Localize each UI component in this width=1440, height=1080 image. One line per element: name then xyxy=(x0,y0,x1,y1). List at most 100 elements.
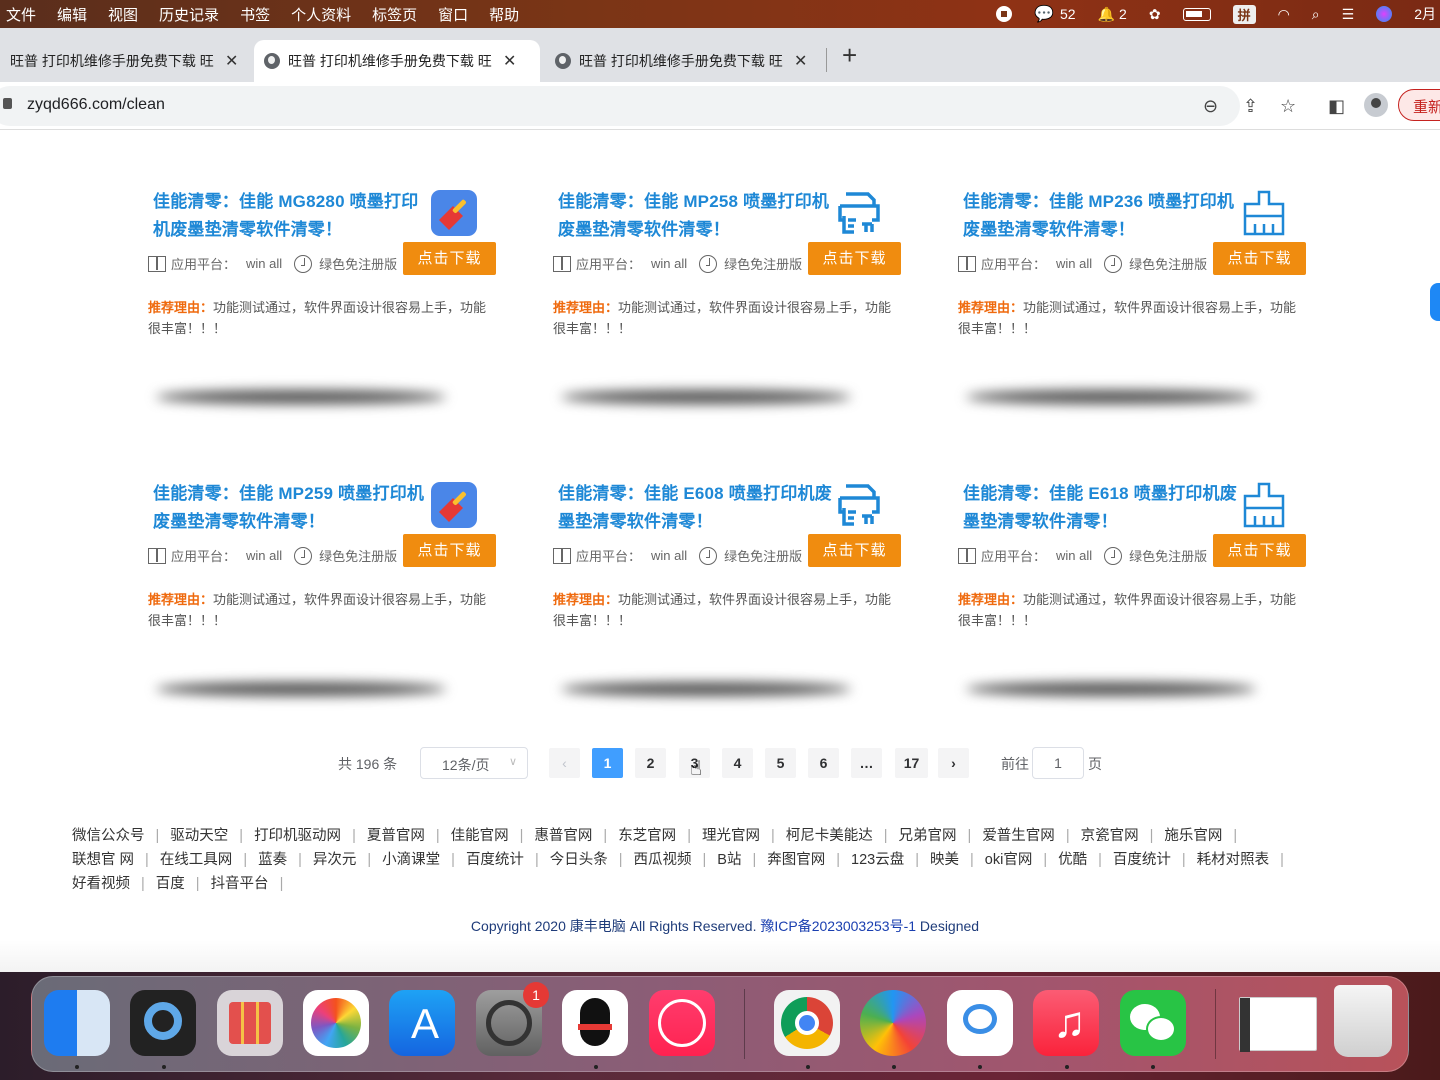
prev-page-button[interactable]: ‹ xyxy=(549,748,580,778)
card-title[interactable]: 佳能清零：佳能 MP258 喷墨打印机废墨垫清零软件清零！ xyxy=(558,188,833,244)
download-button[interactable]: 点击下载 xyxy=(1213,242,1306,275)
footer-link[interactable]: 西瓜视频 xyxy=(634,852,692,868)
relaunch-update-button[interactable]: 重新 xyxy=(1398,89,1440,121)
card-title[interactable]: 佳能清零：佳能 E608 喷墨打印机废墨垫清零软件清零！ xyxy=(558,480,833,536)
footer-link[interactable]: 京瓷官网 xyxy=(1081,828,1139,844)
share-icon[interactable]: ⇪ xyxy=(1243,96,1258,117)
close-tab-icon[interactable]: ✕ xyxy=(225,51,238,71)
tab-3[interactable]: 旺普 打印机维修手册免费下载 旺 ✕ xyxy=(545,40,825,82)
download-button[interactable]: 点击下载 xyxy=(808,242,901,275)
download-button[interactable]: 点击下载 xyxy=(808,534,901,567)
card-title[interactable]: 佳能清零：佳能 MP259 喷墨打印机废墨垫清零软件清零！ xyxy=(153,480,428,536)
footer-link[interactable]: 打印机驱动网 xyxy=(254,828,341,844)
battery-icon[interactable] xyxy=(1182,7,1211,21)
wechat-icon[interactable] xyxy=(1120,990,1186,1056)
page-ellipsis[interactable]: … xyxy=(851,748,882,778)
footer-link[interactable]: 123云盘 xyxy=(851,852,904,868)
tab-2[interactable]: 旺普 打印机维修手册免费下载 旺 ✕ xyxy=(254,40,540,82)
page-size-select[interactable]: 12条/页 ∨ xyxy=(420,747,528,779)
footer-link[interactable]: 蓝奏 xyxy=(258,852,287,868)
siri-icon[interactable] xyxy=(1376,6,1393,22)
browser-360-icon[interactable] xyxy=(860,990,926,1056)
menu-file[interactable]: 文件 xyxy=(6,4,36,25)
footer-link[interactable]: 今日头条 xyxy=(550,852,608,868)
meitu-icon[interactable] xyxy=(649,990,715,1056)
footer-link[interactable]: 百度 xyxy=(156,876,185,892)
footer-link[interactable]: 兄弟官网 xyxy=(899,828,957,844)
footer-link[interactable]: 驱动天空 xyxy=(170,828,228,844)
new-tab-button[interactable]: + xyxy=(842,40,857,71)
download-button[interactable]: 点击下载 xyxy=(403,242,496,275)
menu-view[interactable]: 视图 xyxy=(108,4,138,25)
baidu-netdisk-icon[interactable] xyxy=(947,990,1013,1056)
menubar-clock[interactable]: 2月 xyxy=(1414,4,1436,24)
page-5[interactable]: 5 xyxy=(765,748,796,778)
side-panel-icon[interactable]: ◧ xyxy=(1328,96,1345,117)
footer-link[interactable]: 优酷 xyxy=(1058,852,1087,868)
input-method-indicator[interactable]: 拼 xyxy=(1232,4,1256,24)
close-tab-icon[interactable]: ✕ xyxy=(794,51,807,71)
footer-link[interactable]: 爱普生官网 xyxy=(982,828,1055,844)
footer-link[interactable]: oki官网 xyxy=(985,852,1033,868)
wechat-status[interactable]: 💬 52 xyxy=(1034,4,1076,24)
footer-link[interactable]: 在线工具网 xyxy=(160,852,233,868)
page-6[interactable]: 6 xyxy=(808,748,839,778)
qq-icon[interactable] xyxy=(562,990,628,1056)
footer-link[interactable]: B站 xyxy=(717,852,741,868)
footer-link[interactable]: 奔图官网 xyxy=(767,852,825,868)
goto-page-input[interactable]: 1 xyxy=(1032,747,1084,779)
launchpad-icon[interactable] xyxy=(217,990,283,1056)
recent-window-thumbnail[interactable] xyxy=(1239,997,1317,1052)
omnibox[interactable] xyxy=(0,86,1240,126)
menu-history[interactable]: 历史记录 xyxy=(159,4,219,25)
qq-status[interactable]: 🔔 2 xyxy=(1098,6,1127,23)
footer-link[interactable]: 佳能官网 xyxy=(451,828,509,844)
wifi-icon[interactable]: ◠ xyxy=(1278,6,1290,23)
download-button[interactable]: 点击下载 xyxy=(403,534,496,567)
card-title[interactable]: 佳能清零：佳能 MG8280 喷墨打印机废墨垫清零软件清零！ xyxy=(153,188,428,244)
footer-link[interactable]: 微信公众号 xyxy=(72,828,145,844)
footer-link[interactable]: 东芝官网 xyxy=(618,828,676,844)
zoom-out-icon[interactable]: ⊖ xyxy=(1203,96,1218,117)
footer-link[interactable]: 百度统计 xyxy=(1113,852,1171,868)
music-icon[interactable]: ♫ xyxy=(1033,990,1099,1056)
lock-icon[interactable] xyxy=(3,98,12,109)
footer-link[interactable]: 柯尼卡美能达 xyxy=(786,828,873,844)
footer-link[interactable]: 耗材对照表 xyxy=(1197,852,1270,868)
menu-window[interactable]: 窗口 xyxy=(438,4,468,25)
footer-link[interactable]: 百度统计 xyxy=(466,852,524,868)
chrome-icon[interactable] xyxy=(774,990,840,1056)
app-store-icon[interactable]: A xyxy=(389,990,455,1056)
footer-link[interactable]: 理光官网 xyxy=(702,828,760,844)
url-text[interactable]: zyqd666.com/clean xyxy=(27,96,165,114)
menu-edit[interactable]: 编辑 xyxy=(57,4,87,25)
footer-link[interactable]: 施乐官网 xyxy=(1164,828,1222,844)
menu-profile[interactable]: 个人资料 xyxy=(291,4,351,25)
trash-icon[interactable] xyxy=(1334,985,1392,1057)
floating-side-tab[interactable] xyxy=(1430,283,1440,321)
download-button[interactable]: 点击下载 xyxy=(1213,534,1306,567)
icp-link[interactable]: 豫ICP备2023003253号-1 xyxy=(760,918,916,934)
quicktime-icon[interactable] xyxy=(130,990,196,1056)
bookmark-star-icon[interactable]: ☆ xyxy=(1280,96,1296,117)
spotlight-search-icon[interactable]: ⌕ xyxy=(1312,6,1320,23)
baidu-netdisk-status-icon[interactable]: ✿ xyxy=(1149,6,1161,23)
footer-link[interactable]: 小滴课堂 xyxy=(382,852,440,868)
page-1[interactable]: 1 xyxy=(592,748,623,778)
tab-1[interactable]: 旺普 打印机维修手册免费下载 旺 ✕ xyxy=(0,40,254,82)
page-2[interactable]: 2 xyxy=(635,748,666,778)
footer-link[interactable]: 异次元 xyxy=(313,852,357,868)
next-page-button[interactable]: › xyxy=(938,748,969,778)
footer-link[interactable]: 抖音平台 xyxy=(211,876,269,892)
card-title[interactable]: 佳能清零：佳能 E618 喷墨打印机废墨垫清零软件清零！ xyxy=(963,480,1238,536)
menu-bookmarks[interactable]: 书签 xyxy=(240,4,270,25)
page-17[interactable]: 17 xyxy=(895,748,928,778)
profile-avatar[interactable] xyxy=(1364,93,1388,117)
footer-link[interactable]: 映美 xyxy=(930,852,959,868)
finder-icon[interactable] xyxy=(44,990,110,1056)
page-4[interactable]: 4 xyxy=(722,748,753,778)
footer-link[interactable]: 联想官 网 xyxy=(72,852,134,868)
record-stop-icon[interactable] xyxy=(996,6,1013,22)
card-title[interactable]: 佳能清零：佳能 MP236 喷墨打印机废墨垫清零软件清零！ xyxy=(963,188,1238,244)
footer-link[interactable]: 好看视频 xyxy=(72,876,130,892)
